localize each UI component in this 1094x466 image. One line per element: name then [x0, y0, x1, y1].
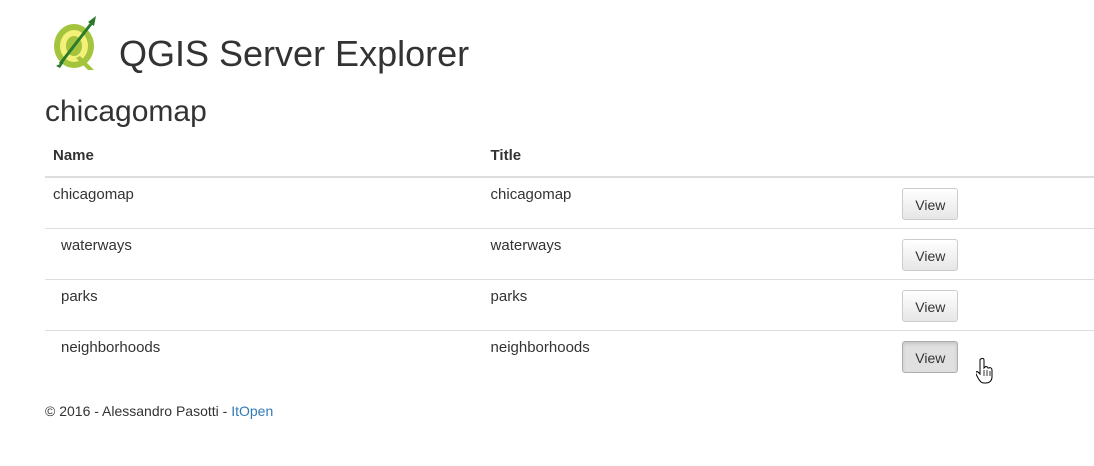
layer-title: waterways	[482, 228, 893, 280]
app-title: QGIS Server Explorer	[119, 33, 470, 74]
table-header-row: Name Title	[45, 136, 1094, 178]
project-title: chicagomap	[45, 95, 207, 128]
table-row: parks parks View	[45, 279, 1094, 331]
hand-cursor-icon	[976, 358, 993, 384]
layer-name-text: neighborhoods	[61, 339, 161, 356]
layer-title: parks	[482, 279, 893, 331]
layer-name: waterways	[45, 228, 483, 280]
view-button[interactable]: View	[902, 341, 959, 373]
view-button[interactable]: View	[902, 188, 959, 220]
table-row: waterways waterways View	[45, 228, 1094, 280]
layer-name-text: waterways	[61, 237, 132, 254]
itopen-link[interactable]: ItOpen	[231, 403, 273, 419]
layer-name: chicagomap	[53, 186, 134, 203]
table-row: neighborhoods neighborhoods View	[45, 330, 1094, 381]
layer-title: neighborhoods	[482, 330, 893, 381]
layers-table: Name Title chicagomap chicagomap View wa…	[45, 136, 1094, 381]
column-header-title: Title	[482, 136, 893, 178]
layer-name-text: parks	[61, 288, 98, 305]
layer-name: neighborhoods	[45, 330, 483, 381]
column-header-action	[892, 136, 1094, 178]
view-button[interactable]: View	[902, 290, 959, 322]
footer: © 2016 - Alessandro Pasotti - ItOpen	[45, 403, 273, 419]
header	[50, 14, 102, 72]
view-button[interactable]: View	[902, 239, 959, 271]
table-row: chicagomap chicagomap View	[45, 177, 1094, 229]
copyright-text: © 2016 - Alessandro Pasotti -	[45, 403, 232, 419]
layer-title: chicagomap	[490, 186, 572, 203]
action-cell: View	[892, 228, 1094, 280]
layer-name: parks	[45, 279, 483, 331]
column-header-name: Name	[45, 136, 483, 178]
action-cell: View	[892, 279, 1094, 331]
qgis-logo-icon	[54, 16, 96, 70]
action-cell: View	[892, 177, 1094, 229]
